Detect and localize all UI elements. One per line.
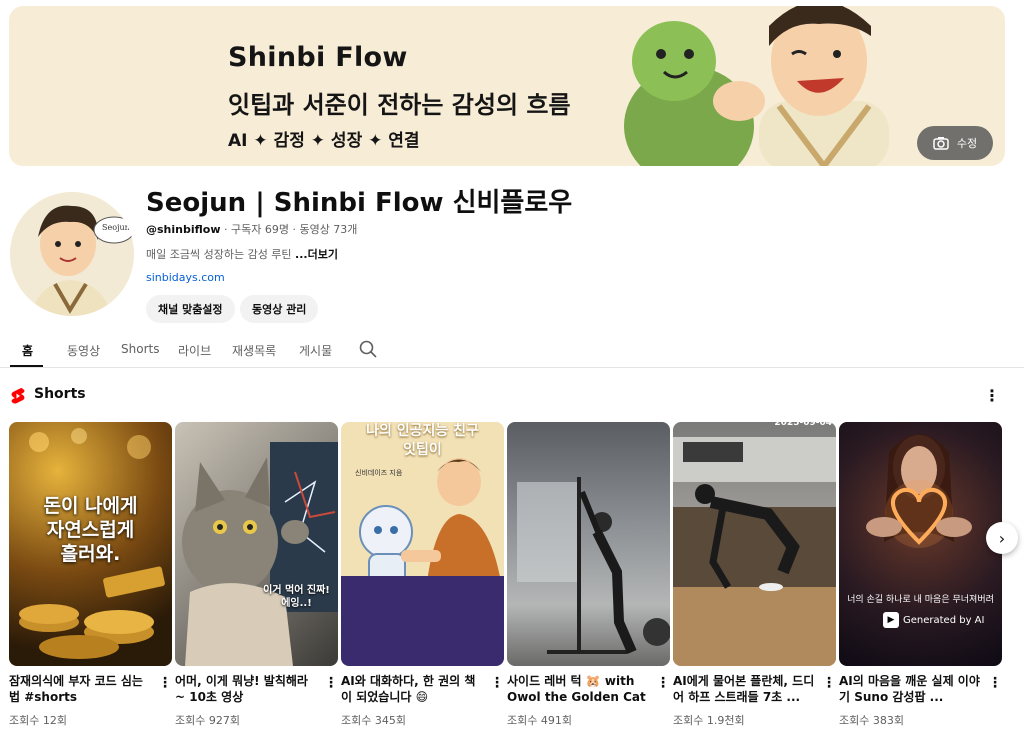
short-menu-icon[interactable]: ⋮: [656, 675, 670, 691]
short-thumbnail[interactable]: 나의 인공지능 친구 잇팁이 신비데이즈 지음: [341, 422, 504, 666]
tab-live[interactable]: 라이브: [178, 342, 211, 359]
short-card[interactable]: 이거 먹어 진짜! 에잉..! 어머, 이게 뭐냥! 발칙해라 ~ 10초 영상…: [175, 422, 338, 728]
tab-playlists[interactable]: 재생목록: [232, 342, 276, 359]
channel-stats: · 구독자 69명 · 동영상 73개: [220, 223, 358, 236]
short-views: 조회수 1.9천회: [673, 714, 745, 727]
short-title[interactable]: 어머, 이게 뭐냥! 발칙해라 ~ 10초 영상: [175, 673, 320, 705]
avatar-illustration: [10, 192, 134, 316]
more-link[interactable]: ...더보기: [295, 248, 338, 261]
edit-banner-label: 수정: [956, 137, 978, 150]
short-title[interactable]: AI와 대화하다, 한 권의 책이 되었습니다 😄: [341, 673, 486, 705]
edit-banner-button[interactable]: 수정: [917, 126, 993, 160]
banner-illustration: [624, 6, 889, 166]
tab-home[interactable]: 홈: [22, 342, 33, 359]
channel-name: Seojun | Shinbi Flow 신비플로우: [146, 188, 573, 218]
short-thumbnail[interactable]: 이거 먹어 진짜! 에잉..!: [175, 422, 338, 666]
channel-handle: @shinbiflow: [146, 223, 221, 236]
short-overlay-text: 2025-09-04: [774, 422, 832, 428]
channel-description: 매일 조금씩 성장하는 감성 루틴 ...더보기: [146, 246, 338, 262]
heart-illustration: [866, 434, 972, 548]
play-icon: ▶: [883, 612, 899, 628]
short-menu-icon[interactable]: ⋮: [988, 675, 1002, 691]
camera-icon: [933, 137, 949, 150]
avatar-speech-text: Seojun: [102, 223, 130, 232]
channel-avatar[interactable]: Seojun: [10, 192, 134, 316]
short-card[interactable]: 2025-09-04 AI에게 물어본 플란체, 드디어 하프 스트래들 7초 …: [673, 422, 836, 728]
planche-illustration: [673, 437, 836, 666]
short-overlay-text: 돈이 나에게 자연스럽게 흘러와.: [43, 495, 138, 565]
shorts-section-title: Shorts: [34, 386, 86, 402]
active-tab-indicator: [10, 365, 43, 367]
tab-posts[interactable]: 게시물: [299, 342, 332, 359]
short-overlay-text: 이거 먹어 진짜! 에잉..!: [263, 585, 330, 609]
short-thumbnail[interactable]: [507, 422, 670, 666]
short-overlay-text: 나의 인공지능 친구 잇팁이: [366, 423, 479, 458]
short-menu-icon[interactable]: ⋮: [158, 675, 172, 691]
shorts-icon: [11, 388, 25, 404]
generated-by-ai-badge: ▶ Generated by AI: [883, 612, 984, 628]
manage-videos-button[interactable]: 동영상 관리: [240, 295, 319, 323]
short-menu-icon[interactable]: ⋮: [324, 675, 338, 691]
short-title[interactable]: AI에게 물어본 플란체, 드디어 하프 스트래들 7초 ...: [673, 673, 818, 705]
banner-tags: AI ✦ 감정 ✦ 성장 ✦ 연결: [228, 131, 420, 151]
customize-channel-button[interactable]: 채널 맞춤설정: [146, 295, 235, 323]
channel-tabs: 홈 동영상 Shorts 라이브 재생목록 게시물: [0, 330, 1024, 368]
short-overlay-text: 너의 손길 하나로 내 마음은 무너져버려: [847, 595, 994, 605]
cat-illustration: [182, 442, 338, 666]
next-arrow-icon[interactable]: ›: [986, 522, 1018, 554]
section-more-icon[interactable]: ⋮: [984, 386, 1000, 405]
short-views: 조회수 383회: [839, 714, 904, 727]
short-views: 조회수 927회: [175, 714, 240, 727]
short-title[interactable]: AI의 마음을 깨운 실제 이야기 Suno 감성팝 ...: [839, 673, 984, 705]
tab-videos[interactable]: 동영상: [67, 342, 100, 359]
short-menu-icon[interactable]: ⋮: [490, 675, 504, 691]
search-icon[interactable]: [359, 340, 377, 358]
generated-by-ai-label: Generated by AI: [903, 614, 985, 626]
short-views: 조회수 345회: [341, 714, 406, 727]
short-views: 조회수 12회: [9, 714, 67, 727]
short-thumbnail[interactable]: 2025-09-04: [673, 422, 836, 666]
short-card[interactable]: 돈이 나에게 자연스럽게 흘러와. 잠재의식에 부자 코드 심는 법 #shor…: [9, 422, 172, 728]
short-menu-icon[interactable]: ⋮: [822, 675, 836, 691]
short-overlay-subtext: 신비데이즈 지음: [355, 469, 403, 477]
channel-meta: @shinbiflow · 구독자 69명 · 동영상 73개: [146, 221, 357, 237]
channel-link[interactable]: sinbidays.com: [146, 271, 225, 284]
short-title[interactable]: 잠재의식에 부자 코드 심는 법 #shorts: [9, 673, 154, 705]
short-card[interactable]: 나의 인공지능 친구 잇팁이 신비데이즈 지음 AI와 대화하다, 한 권의 책…: [341, 422, 504, 728]
gym-illustration: [517, 477, 670, 654]
banner-subtitle: 잇팁과 서준이 전하는 감성의 흐름: [228, 91, 571, 119]
short-card[interactable]: 사이드 레버 턱 🐹 with Owol the Golden Cat ... …: [507, 422, 670, 728]
short-views: 조회수 491회: [507, 714, 572, 727]
short-title[interactable]: 사이드 레버 턱 🐹 with Owol the Golden Cat ...: [507, 673, 652, 705]
short-card[interactable]: 너의 손길 하나로 내 마음은 무너져버려 ▶ Generated by AI …: [839, 422, 1002, 728]
description-text: 매일 조금씩 성장하는 감성 루틴: [146, 248, 296, 261]
banner-title: Shinbi Flow: [228, 42, 408, 73]
short-thumbnail[interactable]: 너의 손길 하나로 내 마음은 무너져버려 ▶ Generated by AI: [839, 422, 1002, 666]
short-thumbnail[interactable]: 돈이 나에게 자연스럽게 흘러와.: [9, 422, 172, 666]
tab-shorts[interactable]: Shorts: [121, 342, 159, 356]
channel-banner: Shinbi Flow 잇팁과 서준이 전하는 감성의 흐름 AI ✦ 감정 ✦…: [9, 6, 1005, 166]
